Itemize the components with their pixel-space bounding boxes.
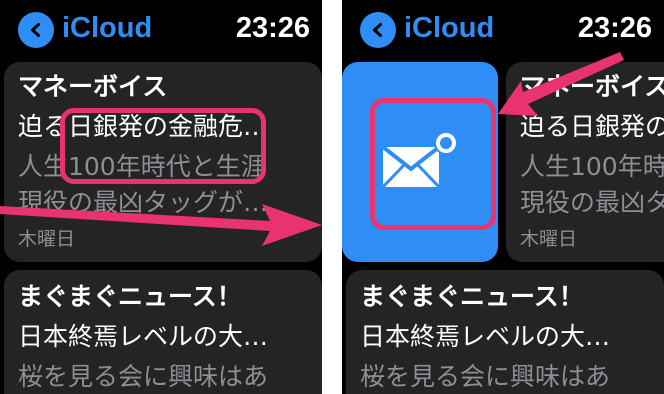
annotation-arrows: [0, 52, 624, 246]
swipe-right-arrow-icon: [0, 204, 322, 246]
pointer-arrow-icon: [498, 52, 624, 116]
